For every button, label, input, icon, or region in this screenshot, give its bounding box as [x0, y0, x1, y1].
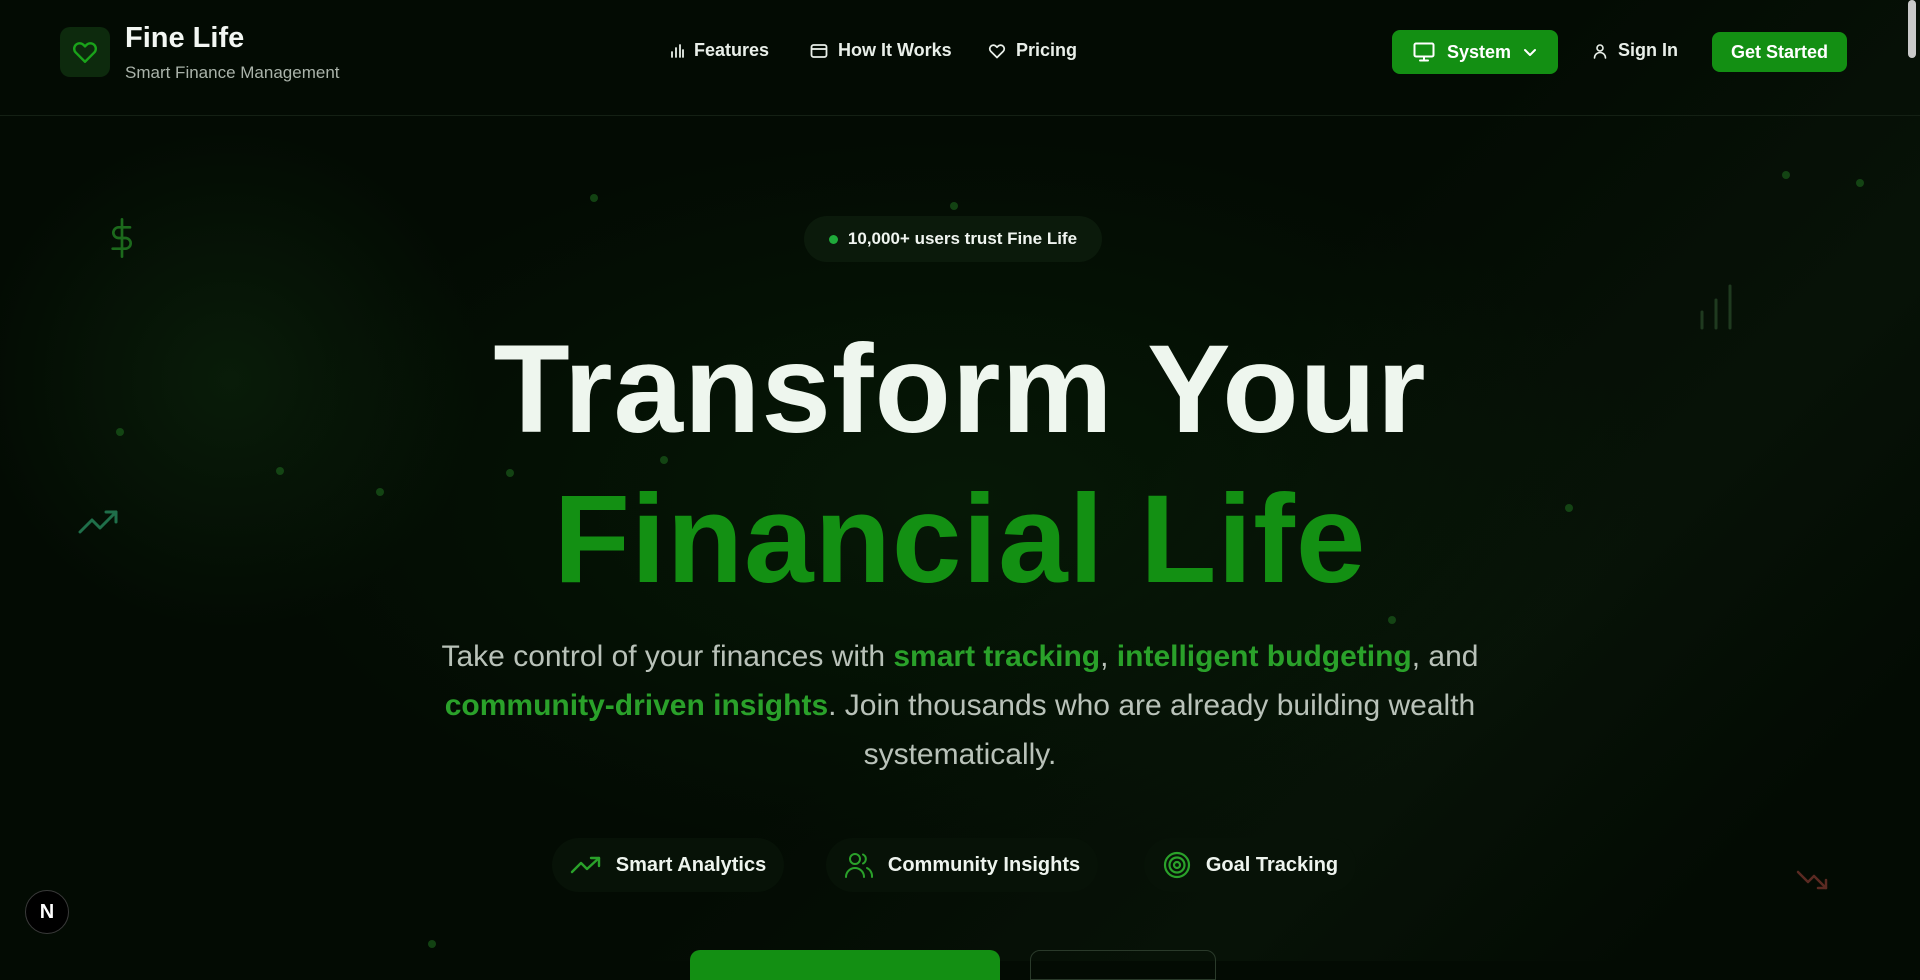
subtitle-highlight-smart-tracking: smart tracking: [893, 640, 1101, 673]
background-dot: [590, 194, 598, 202]
feature-pill-community-insights: Community Insights: [826, 838, 1098, 892]
sign-in-link[interactable]: Sign In: [1592, 40, 1678, 61]
feature-label: Community Insights: [887, 853, 1081, 876]
status-dot: [828, 234, 838, 244]
trending-down-icon: [1796, 868, 1830, 897]
secondary-cta-button[interactable]: [1030, 950, 1216, 980]
scrollbar-thumb[interactable]: [1908, 0, 1916, 58]
background-dot: [428, 940, 436, 948]
feature-label: Smart Analytics: [615, 853, 767, 876]
nav-how-it-works[interactable]: How It Works: [810, 40, 952, 61]
target-icon: [1163, 851, 1190, 879]
nav-features[interactable]: Features: [670, 40, 769, 61]
user-icon: [1593, 43, 1607, 59]
site-header: Fine Life Smart Finance Management Featu…: [0, 0, 1920, 116]
subtitle-text: . Join thousands who are already buildin…: [828, 689, 1476, 771]
nav-features-label: Features: [694, 40, 770, 60]
theme-select-button[interactable]: System: [1392, 30, 1558, 74]
nav-pricing[interactable]: Pricing: [988, 40, 1077, 61]
trending-up-icon: [570, 856, 600, 874]
brand-name[interactable]: Fine Life: [125, 22, 244, 55]
dev-tools-badge[interactable]: N: [25, 890, 69, 934]
primary-cta-button[interactable]: [690, 950, 1000, 980]
subtitle-highlight-community-insights: community-driven insights: [444, 689, 829, 722]
theme-select-label: System: [1446, 41, 1512, 62]
feature-pill-goal-tracking: Goal Tracking: [1144, 838, 1356, 892]
heart-icon: [73, 42, 97, 63]
feature-pill-smart-analytics: Smart Analytics: [552, 838, 784, 892]
hero-subtitle: Take control of your finances with smart…: [400, 632, 1520, 779]
logo[interactable]: [60, 27, 110, 77]
trust-badge: 10,000+ users trust Fine Life: [804, 216, 1102, 262]
subtitle-text: ,: [1100, 640, 1117, 673]
users-icon: [844, 853, 873, 878]
monitor-icon: [1413, 42, 1435, 62]
get-started-button[interactable]: Get Started: [1712, 32, 1847, 72]
heart-icon: [988, 43, 1006, 58]
dollar-sign-icon: [106, 216, 138, 265]
background-dot: [1856, 179, 1864, 187]
background-dot: [950, 202, 958, 210]
subtitle-text: Take control of your finances with: [441, 640, 894, 673]
wallet-icon: [810, 43, 828, 58]
feature-label: Goal Tracking: [1205, 853, 1339, 876]
trust-badge-label: 10,000+ users trust Fine Life: [847, 229, 1078, 248]
sign-in-label: Sign In: [1618, 40, 1678, 60]
subtitle-highlight-intelligent-budgeting: intelligent budgeting: [1116, 640, 1412, 673]
nav-pricing-label: Pricing: [1016, 40, 1078, 60]
background-dot: [1388, 616, 1396, 624]
hero-title-line-2: Financial Life: [553, 470, 1367, 609]
nav-how-it-works-label: How It Works: [838, 40, 952, 60]
hero-title-line-1: Transform Your: [493, 320, 1427, 459]
brand-tagline: Smart Finance Management: [125, 63, 340, 82]
bar-chart-icon: [671, 43, 684, 58]
chevron-down-icon: [1524, 49, 1537, 56]
subtitle-text: , and: [1411, 640, 1479, 673]
background-dot: [1782, 171, 1790, 179]
